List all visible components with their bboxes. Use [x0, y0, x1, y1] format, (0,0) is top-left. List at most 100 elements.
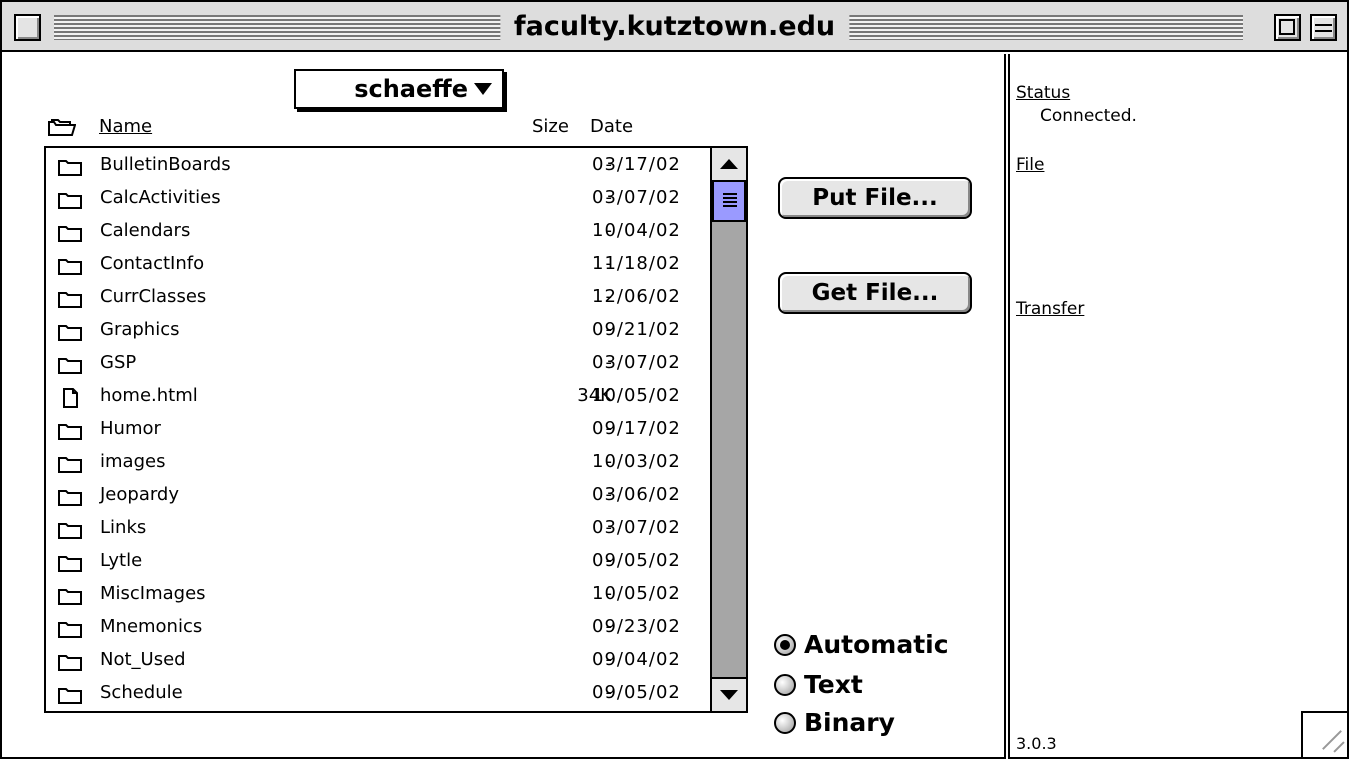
file-row[interactable]: GSP -03/07/02	[46, 346, 710, 379]
file-label: File	[1016, 155, 1045, 175]
file-row[interactable]: CalcActivities -03/07/02	[46, 181, 710, 214]
folder-icon	[58, 485, 82, 506]
radio-label: Binary	[804, 708, 895, 737]
file-name: CurrClasses	[100, 286, 207, 307]
column-header-size[interactable]: Size	[532, 115, 569, 139]
file-name: CalcActivities	[100, 187, 221, 208]
folder-icon	[58, 287, 82, 308]
status-label: Status	[1016, 83, 1071, 103]
file-row[interactable]: Lytle -09/05/02	[46, 544, 710, 577]
file-name: GSP	[100, 352, 137, 373]
file-row[interactable]: Calendars -10/04/02	[46, 214, 710, 247]
file-date: 09/21/02	[592, 319, 681, 340]
file-date: 09/23/02	[592, 616, 681, 637]
folder-icon	[58, 155, 82, 176]
file-row[interactable]: Humor -09/17/02	[46, 412, 710, 445]
file-name: Links	[100, 517, 147, 538]
file-date: 10/03/02	[592, 451, 681, 472]
transfer-label: Transfer	[1016, 299, 1085, 319]
file-name: home.html	[100, 385, 198, 406]
file-date: 03/07/02	[592, 187, 681, 208]
file-row[interactable]: Jeopardy -03/06/02	[46, 478, 710, 511]
file-row[interactable]: CurrClasses -12/06/02	[46, 280, 710, 313]
file-date: 09/04/02	[592, 649, 681, 670]
folder-icon	[58, 221, 82, 242]
file-date: 03/17/02	[592, 154, 681, 175]
file-date: 09/17/02	[592, 418, 681, 439]
file-date: 03/06/02	[592, 484, 681, 505]
file-name: Graphics	[100, 319, 180, 340]
file-date: 09/05/02	[592, 550, 681, 571]
title-bar[interactable]: faculty.kutztown.edu	[2, 2, 1347, 52]
radio-button-selected-icon[interactable]	[774, 634, 796, 656]
file-row[interactable]: MiscImages -10/05/02	[46, 577, 710, 610]
folder-icon	[58, 452, 82, 473]
zoom-box-icon[interactable]	[1274, 14, 1301, 41]
status-value: Connected.	[1040, 106, 1137, 126]
folder-icon	[58, 683, 82, 704]
vertical-scrollbar[interactable]	[710, 148, 746, 711]
file-name: Jeopardy	[100, 484, 180, 505]
folder-icon	[58, 650, 82, 671]
file-list[interactable]: BulletinBoards -03/17/02 CalcActivities -03…	[44, 146, 748, 713]
file-date: 10/04/02	[592, 220, 681, 241]
document-icon	[58, 386, 82, 408]
folder-icon	[58, 419, 82, 440]
file-row[interactable]: images -10/03/02	[46, 445, 710, 478]
file-row[interactable]: home.html 34K 10/05/02	[46, 379, 710, 412]
file-row[interactable]: Links -03/07/02	[46, 511, 710, 544]
column-header-date[interactable]: Date	[590, 115, 633, 139]
file-row[interactable]: BulletinBoards -03/17/02	[46, 148, 710, 181]
scroll-down-arrow-icon[interactable]	[712, 677, 746, 711]
ftp-window: faculty.kutztown.edu schaeffe Name Size …	[0, 0, 1349, 759]
file-name: Calendars	[100, 220, 191, 241]
file-name: MiscImages	[100, 583, 206, 604]
scroll-track[interactable]	[712, 182, 746, 677]
resize-grip-icon[interactable]	[1301, 711, 1347, 757]
file-name: Lytle	[100, 550, 143, 571]
popup-triangle-icon	[474, 83, 492, 95]
version-text: 3.0.3	[1016, 734, 1057, 753]
put-file-button[interactable]: Put File...	[778, 177, 972, 219]
get-file-button[interactable]: Get File...	[778, 272, 972, 314]
file-row[interactable]: Schedule -09/05/02	[46, 676, 710, 709]
file-date: 09/05/02	[592, 682, 681, 703]
folder-icon	[58, 617, 82, 638]
file-date: 03/07/02	[592, 517, 681, 538]
file-date: 11/18/02	[592, 253, 681, 274]
folder-icon	[58, 584, 82, 605]
directory-popup-label: schaeffe	[354, 75, 468, 103]
file-name: Not_Used	[100, 649, 186, 670]
file-date: 10/05/02	[592, 385, 681, 406]
radio-label: Text	[804, 670, 863, 699]
directory-popup-menu[interactable]: schaeffe	[294, 69, 504, 109]
folder-icon	[58, 353, 82, 374]
radio-button-icon[interactable]	[774, 674, 796, 696]
column-header-name[interactable]: Name	[99, 115, 152, 139]
file-row[interactable]: Mnemonics -09/23/02	[46, 610, 710, 643]
window-title: faculty.kutztown.edu	[499, 9, 850, 45]
folder-icon	[58, 518, 82, 539]
open-folder-icon	[48, 119, 76, 136]
file-date: 12/06/02	[592, 286, 681, 307]
folder-icon	[58, 188, 82, 209]
file-name: images	[100, 451, 166, 472]
radio-label: Automatic	[804, 630, 949, 659]
radio-button-icon[interactable]	[774, 712, 796, 734]
file-name: ContactInfo	[100, 253, 205, 274]
panel-divider	[1004, 54, 1010, 759]
close-box-icon[interactable]	[14, 14, 41, 41]
file-row[interactable]: ContactInfo -11/18/02	[46, 247, 710, 280]
folder-icon	[58, 254, 82, 275]
file-date: 10/05/02	[592, 583, 681, 604]
file-row[interactable]: Graphics -09/21/02	[46, 313, 710, 346]
folder-icon	[58, 551, 82, 572]
file-row[interactable]: Not_Used -09/04/02	[46, 643, 710, 676]
file-name: Humor	[100, 418, 161, 439]
collapse-box-icon[interactable]	[1310, 14, 1337, 41]
file-date: 03/07/02	[592, 352, 681, 373]
scroll-up-arrow-icon[interactable]	[712, 148, 746, 182]
scroll-thumb[interactable]	[712, 182, 746, 222]
file-name: Schedule	[100, 682, 183, 703]
folder-icon	[58, 320, 82, 341]
